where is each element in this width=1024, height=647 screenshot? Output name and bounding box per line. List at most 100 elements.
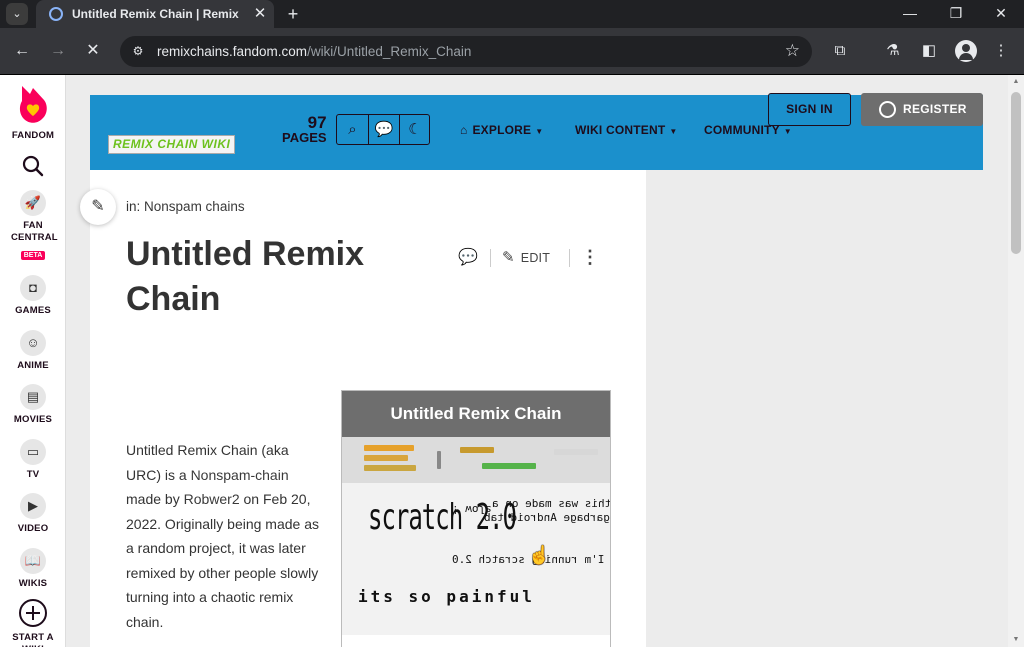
link-nonspam-chain[interactable]: Nonspam-chain (191, 467, 289, 483)
minimize-button[interactable]: — (887, 0, 933, 28)
hand-cursor-icon: ☝ (528, 545, 551, 565)
rail-label-start-a-wiki: START A WIKI (12, 632, 54, 647)
rail-item-wikis[interactable]: 📖 WIKIS (0, 548, 66, 590)
scroll-up-icon[interactable]: ▲ (1008, 75, 1024, 89)
nav-tab-wiki-content[interactable]: WIKI CONTENT ▼ (575, 123, 678, 137)
infobox-image[interactable]: scratch 2.0 slow ! this was made on a ga… (342, 437, 610, 635)
labs-flask-icon[interactable]: ⚗ (882, 40, 904, 62)
image-text-garbage-android: garbage Android tab (484, 511, 610, 524)
body-text-3: on Feb 20, 2022. Originally being made a… (126, 491, 320, 630)
divider (569, 249, 570, 267)
rail-item-search[interactable] (0, 155, 66, 177)
chevron-down-icon: ▼ (535, 127, 544, 136)
discussions-icon[interactable]: 💬 (368, 115, 399, 144)
tab-loading-favicon-icon (49, 7, 63, 21)
url-text[interactable]: remixchains.fandom.com/wiki/Untitled_Rem… (157, 44, 471, 59)
rail-item-tv[interactable]: ▭ TV (0, 439, 66, 481)
image-text-this-was-made: this was made on a (492, 497, 610, 510)
anime-face-icon: ☺ (20, 330, 46, 356)
infobox-title: Untitled Remix Chain (342, 391, 610, 437)
infobox: Untitled Remix Chain scratch 2.0 slow ! … (341, 390, 611, 647)
scrollbar-thumb[interactable] (1011, 92, 1021, 254)
link-robwer2[interactable]: Robwer2 (184, 491, 240, 507)
restore-button[interactable]: ❐ (933, 0, 979, 28)
scratch-editor-strip (342, 437, 610, 483)
pencil-icon: ✎ (91, 198, 105, 215)
tab-title: Untitled Remix Chain | Remix Chains Wiki (72, 7, 242, 21)
code-block (364, 455, 408, 461)
article-intro-paragraph: Untitled Remix Chain (aka URC) is a Nons… (126, 438, 326, 634)
close-window-button[interactable]: ✕ (978, 0, 1024, 28)
bookmark-star-icon[interactable]: ☆ (785, 41, 800, 61)
rail-item-fan-central[interactable]: 🚀 FAN CENTRAL BETA (0, 190, 66, 262)
page-title: Untitled Remix Chain (126, 235, 365, 318)
divider (490, 249, 491, 267)
tab-search-menu-button[interactable]: ⌄ (6, 3, 28, 25)
search-icon (22, 155, 44, 177)
pencil-icon: ✎ (502, 249, 515, 266)
edit-floating-button[interactable]: ✎ (80, 189, 116, 225)
more-actions-icon[interactable]: ⋮ (580, 246, 600, 270)
side-panel-icon[interactable]: ◧ (918, 40, 940, 62)
rail-item-fandom[interactable]: FANDOM (0, 82, 66, 142)
page-scrollbar[interactable]: ▲ ▼ (1008, 75, 1024, 647)
theme-moon-icon[interactable]: ☾ (399, 115, 430, 144)
chevron-down-icon: ▼ (783, 127, 792, 136)
rocket-icon: 🚀 (20, 190, 46, 216)
category-link[interactable]: Nonspam chains (144, 199, 245, 214)
scroll-down-icon[interactable]: ▼ (1008, 633, 1024, 647)
url-path: /wiki/Untitled_Remix_Chain (307, 44, 472, 59)
register-button[interactable]: REGISTER (861, 93, 983, 126)
browser-tab-strip: ⌄ Untitled Remix Chain | Remix Chains Wi… (0, 0, 1024, 28)
rail-item-games[interactable]: ◘ GAMES (0, 275, 66, 317)
fandom-global-nav: FANDOM 🚀 FAN CENTRAL BETA ◘ GAMES ☺ ANIM… (0, 75, 66, 647)
forward-icon[interactable]: → (45, 38, 71, 64)
code-block (554, 449, 598, 455)
site-info-icon[interactable]: ⚙ (130, 43, 146, 59)
search-icon[interactable]: ⌕ (337, 115, 368, 144)
code-block (460, 447, 494, 453)
profile-avatar-icon[interactable] (955, 40, 977, 62)
rail-label-games: GAMES (15, 305, 51, 316)
rail-item-movies[interactable]: ▤ MOVIES (0, 384, 66, 426)
url-host: remixchains.fandom.com (157, 44, 308, 59)
wiki-logo[interactable]: REMIX CHAIN WIKI (108, 135, 236, 154)
rail-item-anime[interactable]: ☺ ANIME (0, 330, 66, 372)
page-viewport: FANDOM 🚀 FAN CENTRAL BETA ◘ GAMES ☺ ANIM… (0, 75, 1024, 647)
stop-loading-icon[interactable]: ✕ (80, 38, 106, 64)
rail-item-video[interactable]: ▶ VIDEO (0, 493, 66, 535)
plus-circle-icon (19, 599, 47, 627)
pages-count-label: PAGES (282, 130, 327, 145)
browser-menu-icon[interactable]: ⋮ (990, 40, 1012, 62)
back-icon[interactable]: ← (9, 38, 35, 64)
extensions-icon[interactable]: ⧉ (829, 40, 851, 62)
categories-line: in: Nonspam chains (126, 199, 245, 214)
code-block (437, 451, 441, 469)
wiki-tools-group: ⌕ 💬 ☾ (336, 114, 430, 145)
rail-label-video: VIDEO (17, 523, 49, 534)
sign-in-button[interactable]: SIGN IN (768, 93, 851, 126)
tab-close-icon[interactable]: ✕ (250, 4, 270, 24)
gamepad-icon: ◘ (20, 275, 46, 301)
explore-icon: ⌂ (460, 123, 468, 137)
tv-icon: ▭ (20, 439, 46, 465)
rail-label-movies: MOVIES (13, 414, 53, 425)
nav-tab-wiki-content-label: WIKI CONTENT (575, 123, 666, 137)
body-text-2: made by (126, 491, 184, 507)
nav-tab-explore[interactable]: ⌂ EXPLORE ▼ (460, 123, 543, 137)
fandom-flame-icon (19, 86, 47, 123)
address-bar[interactable]: ⚙ remixchains.fandom.com/wiki/Untitled_R… (120, 36, 812, 67)
edit-button[interactable]: ✎ EDIT (502, 248, 550, 266)
pages-count-number: 97 (307, 113, 327, 132)
user-icon (879, 101, 896, 118)
rail-label-tv: TV (26, 469, 40, 480)
code-block (482, 463, 536, 469)
rail-item-start-a-wiki[interactable]: START A WIKI (0, 598, 66, 647)
book-icon: 📖 (20, 548, 46, 574)
image-text-its-so-painful: its so painful (358, 587, 535, 606)
active-tab[interactable]: Untitled Remix Chain | Remix Chains Wiki… (36, 0, 274, 28)
comments-icon[interactable]: 💬 (456, 246, 480, 270)
rail-label-fandom: FANDOM (11, 130, 55, 141)
edit-label: EDIT (520, 251, 551, 265)
new-tab-button[interactable]: + (282, 3, 304, 25)
